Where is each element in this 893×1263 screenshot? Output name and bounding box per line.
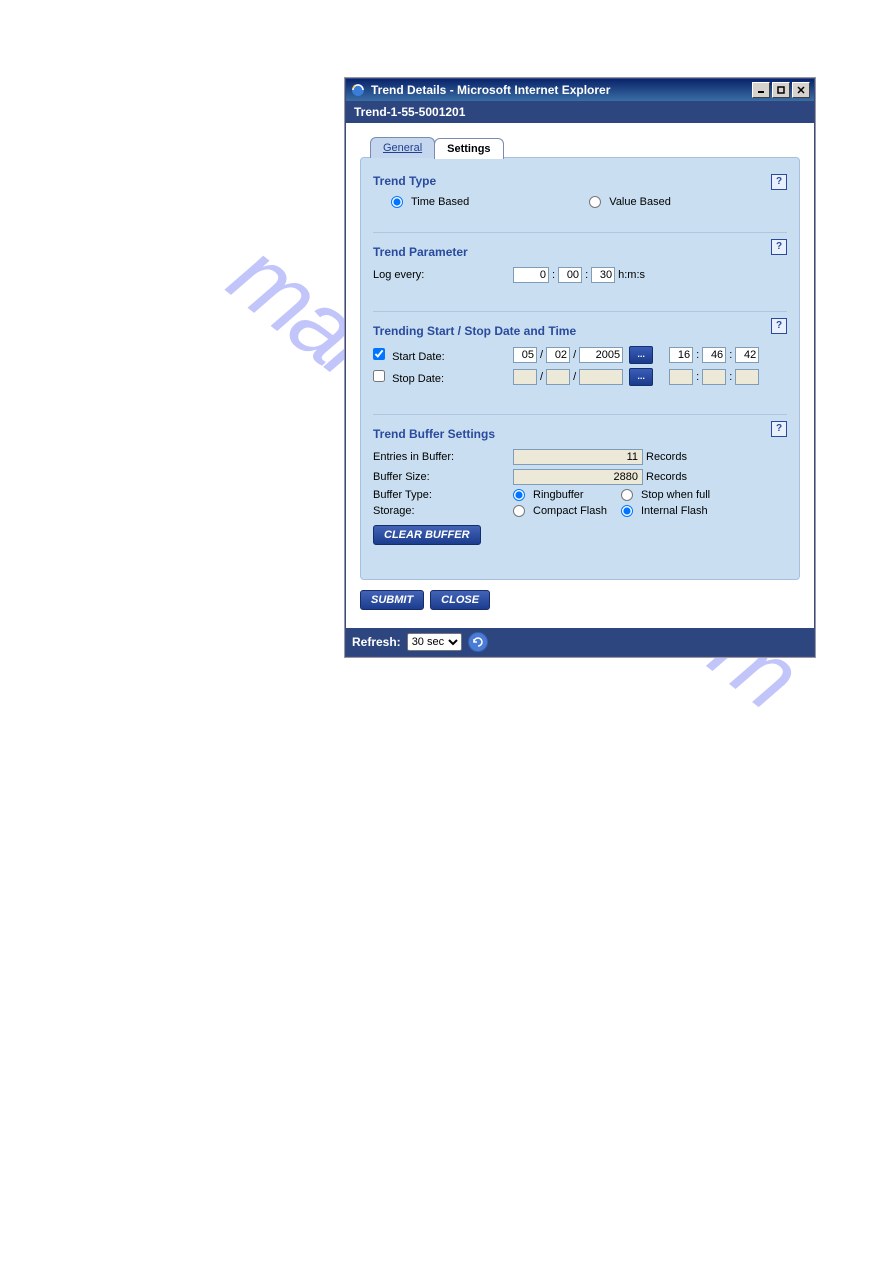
start-day-input[interactable]	[546, 347, 570, 363]
section-title-start-stop: Trending Start / Stop Date and Time	[373, 324, 787, 338]
radio-time-based-label: Time Based	[411, 196, 469, 208]
start-date-label: Start Date:	[392, 351, 445, 363]
section-buffer: ? Trend Buffer Settings Entries in Buffe…	[373, 414, 787, 555]
radio-ringbuffer[interactable]: Ringbuffer	[513, 489, 621, 501]
start-year-input[interactable]	[579, 347, 623, 363]
radio-value-based[interactable]: Value Based	[589, 196, 671, 208]
log-hours-input[interactable]	[513, 267, 549, 283]
start-sec-input[interactable]	[735, 347, 759, 363]
radio-value-based-input[interactable]	[589, 196, 601, 208]
date-sep: /	[540, 349, 543, 361]
stop-date-label: Stop Date:	[392, 373, 444, 385]
start-min-input[interactable]	[702, 347, 726, 363]
start-date-picker-button[interactable]: ...	[629, 346, 653, 364]
section-trend-parameter: ? Trend Parameter Log every: : : h:m:s	[373, 232, 787, 297]
records-label: Records	[646, 451, 687, 463]
stop-date-checkbox[interactable]	[373, 370, 385, 382]
stop-date-picker-button[interactable]: ...	[629, 368, 653, 386]
stop-year-input[interactable]	[579, 369, 623, 385]
refresh-label: Refresh:	[352, 635, 401, 649]
start-hour-input[interactable]	[669, 347, 693, 363]
log-units: h:m:s	[618, 269, 645, 281]
radio-stop-when-full-input[interactable]	[621, 489, 633, 501]
tab-general[interactable]: General	[370, 137, 435, 158]
section-title-buffer: Trend Buffer Settings	[373, 427, 787, 441]
radio-stop-when-full[interactable]: Stop when full	[621, 489, 729, 501]
titlebar: Trend Details - Microsoft Internet Explo…	[346, 79, 814, 101]
stop-month-input[interactable]	[513, 369, 537, 385]
radio-time-based-input[interactable]	[391, 196, 403, 208]
section-title-trend-parameter: Trend Parameter	[373, 245, 787, 259]
radio-stop-when-full-label: Stop when full	[641, 489, 710, 501]
date-sep: /	[540, 371, 543, 383]
help-icon[interactable]: ?	[771, 239, 787, 255]
entries-label: Entries in Buffer:	[373, 451, 513, 463]
refresh-icon[interactable]	[468, 632, 488, 652]
stop-min-input[interactable]	[702, 369, 726, 385]
time-sep: :	[696, 349, 699, 361]
storage-label: Storage:	[373, 505, 513, 517]
radio-compact-flash-input[interactable]	[513, 505, 525, 517]
radio-internal-flash[interactable]: Internal Flash	[621, 505, 729, 517]
radio-ringbuffer-label: Ringbuffer	[533, 489, 584, 501]
maximize-button[interactable]	[772, 82, 790, 98]
refresh-select[interactable]: 30 sec	[407, 633, 462, 651]
time-sep: :	[729, 349, 732, 361]
time-sep: :	[552, 269, 555, 281]
app-window: Trend Details - Microsoft Internet Explo…	[345, 78, 815, 657]
page-subheader: Trend-1-55-5001201	[346, 101, 814, 123]
help-icon[interactable]: ?	[771, 318, 787, 334]
size-label: Buffer Size:	[373, 471, 513, 483]
clear-buffer-button[interactable]: CLEAR BUFFER	[373, 525, 481, 545]
ie-icon	[350, 82, 366, 98]
stop-hour-input[interactable]	[669, 369, 693, 385]
radio-value-based-label: Value Based	[609, 196, 671, 208]
window-title: Trend Details - Microsoft Internet Explo…	[371, 83, 610, 97]
time-sep: :	[696, 371, 699, 383]
radio-internal-flash-input[interactable]	[621, 505, 633, 517]
date-sep: /	[573, 349, 576, 361]
log-seconds-input[interactable]	[591, 267, 615, 283]
buffer-type-label: Buffer Type:	[373, 489, 513, 501]
size-value	[513, 469, 643, 485]
radio-compact-flash[interactable]: Compact Flash	[513, 505, 621, 517]
help-icon[interactable]: ?	[771, 174, 787, 190]
stop-sec-input[interactable]	[735, 369, 759, 385]
time-sep: :	[729, 371, 732, 383]
start-month-input[interactable]	[513, 347, 537, 363]
entries-value	[513, 449, 643, 465]
log-every-label: Log every:	[373, 269, 513, 281]
radio-time-based[interactable]: Time Based	[391, 196, 469, 208]
log-minutes-input[interactable]	[558, 267, 582, 283]
date-sep: /	[573, 371, 576, 383]
section-trend-type: ? Trend Type Time Based Value Based	[373, 168, 787, 218]
close-button[interactable]: CLOSE	[430, 590, 490, 610]
radio-internal-flash-label: Internal Flash	[641, 505, 708, 517]
tab-strip: General Settings	[370, 137, 800, 158]
section-start-stop: ? Trending Start / Stop Date and Time St…	[373, 311, 787, 400]
section-title-trend-type: Trend Type	[373, 174, 787, 188]
footer: Refresh: 30 sec	[346, 628, 814, 656]
time-sep: :	[585, 269, 588, 281]
tab-settings[interactable]: Settings	[434, 138, 503, 159]
help-icon[interactable]: ?	[771, 421, 787, 437]
minimize-button[interactable]	[752, 82, 770, 98]
stop-day-input[interactable]	[546, 369, 570, 385]
settings-panel: ? Trend Type Time Based Value Based ? Tr…	[360, 157, 800, 580]
records-label: Records	[646, 471, 687, 483]
start-date-checkbox[interactable]	[373, 348, 385, 360]
submit-button[interactable]: SUBMIT	[360, 590, 424, 610]
radio-ringbuffer-input[interactable]	[513, 489, 525, 501]
close-window-button[interactable]	[792, 82, 810, 98]
radio-compact-flash-label: Compact Flash	[533, 505, 607, 517]
